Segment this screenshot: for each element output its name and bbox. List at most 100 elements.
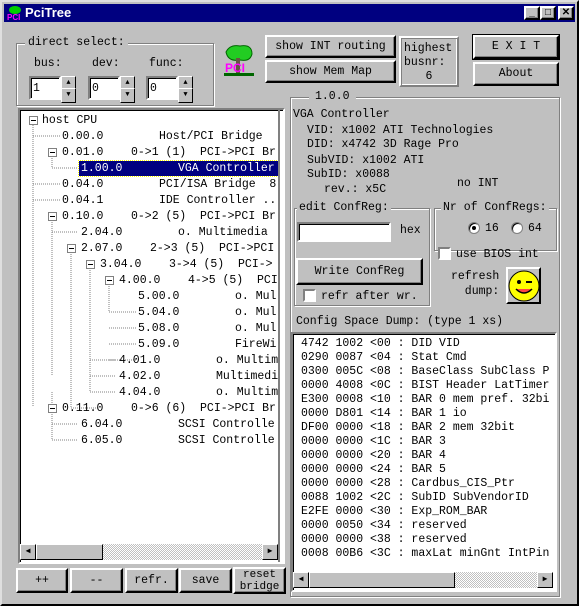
refresh-dump-button[interactable] (506, 267, 541, 304)
scroll-thumb[interactable] (36, 544, 103, 560)
tree-row[interactable]: 0.04.0 PCI/ISA Bridge 8 (62, 177, 276, 192)
bus-input[interactable]: 1 (29, 76, 61, 100)
radio-16[interactable] (468, 222, 480, 234)
about-button[interactable]: About (473, 62, 559, 86)
confreg-input[interactable] (297, 222, 391, 242)
collapse-icon[interactable] (105, 276, 114, 285)
collapse-icon[interactable] (29, 116, 38, 125)
dump-line[interactable]: 0000 0050 <34 : reserved (301, 519, 467, 533)
use-bios-int-checkbox[interactable] (438, 247, 451, 260)
tree-row[interactable]: 4.02.0 Multimedi (119, 369, 278, 384)
write-confreg-button[interactable]: Write ConfReg (296, 258, 423, 285)
refr-after-write-checkbox[interactable] (303, 289, 316, 302)
tree-row[interactable]: 4.00.0 4->5 (5) PCI (119, 273, 278, 288)
dump-line[interactable]: DF00 0000 <18 : BAR 2 mem 32bit (301, 421, 515, 435)
tree-row[interactable]: 4.04.0 o. Multim (119, 385, 278, 400)
device-subvid: SubVID: x1002 ATI (307, 154, 425, 167)
tree-row[interactable]: 2.07.0 2->3 (5) PCI->PCI (81, 241, 274, 256)
device-int: no INT (457, 177, 499, 190)
dump-line[interactable]: 0000 0000 <1C : BAR 3 (301, 435, 446, 449)
tree-row[interactable]: 0.10.0 0->2 (5) PCI->PCI Br (62, 209, 276, 224)
scroll-left-icon[interactable]: ◀ (20, 544, 36, 560)
device-vid: VID: x1002 ATI Technologies (307, 124, 494, 137)
scroll-right-icon[interactable]: ▶ (537, 572, 553, 588)
tree-row[interactable]: 6.05.0 SCSI Controlle (81, 433, 275, 448)
dump-line[interactable]: E2FE 0000 <30 : Exp_ROM_BAR (301, 505, 487, 519)
refresh-button[interactable]: refr. (125, 568, 178, 593)
tree-row[interactable]: 4.01.0 o. Multim (119, 353, 278, 368)
dev-down-button[interactable]: ▼ (120, 88, 135, 103)
collapse-icon[interactable] (48, 404, 57, 413)
smiley-icon (508, 270, 539, 301)
hex-label: hex (400, 224, 421, 237)
dump-line[interactable]: 0088 1002 <2C : SubID SubVendorID (301, 491, 529, 505)
tree-row[interactable]: 5.08.0 o. Mul (138, 321, 276, 336)
show-mem-map-button[interactable]: show Mem Map (265, 60, 396, 83)
device-name: VGA Controller (293, 108, 390, 121)
collapse-icon[interactable] (86, 260, 95, 269)
expand-all-button[interactable]: ++ (16, 568, 68, 593)
tree-row[interactable]: 2.04.0 o. Multimedia (81, 225, 268, 240)
dump-line[interactable]: 0000 D801 <14 : BAR 1 io (301, 407, 467, 421)
tree-row[interactable]: 0.00.0 Host/PCI Bridge (62, 129, 263, 144)
highest-busnr-panel: highest busnr: 6 (399, 36, 459, 87)
close-button[interactable]: ✕ (558, 6, 574, 20)
collapse-icon[interactable] (48, 212, 57, 221)
pci-tree-view[interactable]: host CPU 0.00.0 Host/PCI Bridge 0.01.0 0->… (18, 108, 285, 564)
tree-horizontal-scrollbar[interactable]: ◀ ▶ (20, 544, 278, 560)
bus-down-button[interactable]: ▼ (61, 88, 76, 103)
bus-label: bus: (34, 57, 62, 70)
tree-divider (278, 110, 280, 562)
dump-line[interactable]: 0000 0000 <38 : reserved (301, 533, 467, 547)
tree-row[interactable]: 0.01.0 0->1 (1) PCI->PCI Br (62, 145, 276, 160)
collapse-all-button[interactable]: -- (70, 568, 123, 593)
dump-line[interactable]: 4742 1002 <00 : DID VID (301, 337, 460, 351)
tree-root[interactable]: host CPU (42, 113, 97, 128)
device-did: DID: x4742 3D Rage Pro (307, 138, 459, 151)
app-icon: PCI (6, 5, 22, 22)
highest-busnr-label: highest busnr: (404, 42, 453, 69)
tree-row-selected[interactable]: 1.00.0 VGA Controller (78, 160, 279, 177)
tree-row[interactable]: 5.00.0 o. Mul (138, 289, 276, 304)
dump-line[interactable]: 0000 0000 <28 : Cardbus_CIS_Ptr (301, 477, 515, 491)
tree-row[interactable]: 6.04.0 SCSI Controlle (81, 417, 275, 432)
func-input[interactable]: 0 (146, 76, 178, 100)
device-subid: SubID: x0088 (307, 168, 390, 181)
config-dump-list[interactable]: 4742 1002 <00 : DID VID 0290 0087 <04 : … (291, 332, 557, 592)
radio-64[interactable] (511, 222, 523, 234)
dump-line[interactable]: 0300 005C <08 : BaseClass SubClass P (301, 365, 549, 379)
window-title: PciTree (25, 5, 72, 20)
tree-row[interactable]: 0.04.1 IDE Controller .. (62, 193, 276, 208)
dump-line[interactable]: 0000 0000 <24 : BAR 5 (301, 463, 446, 477)
dump-horizontal-scrollbar[interactable]: ◀ ▶ (293, 572, 553, 588)
collapse-icon[interactable] (67, 244, 76, 253)
dump-line[interactable]: 0290 0087 <04 : Stat Cmd (301, 351, 467, 365)
tree-row[interactable]: 5.04.0 o. Mul (138, 305, 276, 320)
dev-input[interactable]: 0 (88, 76, 120, 100)
refresh-dump-label: refresh dump: (451, 270, 500, 298)
maximize-button[interactable]: □ (540, 6, 556, 20)
dump-line[interactable]: 0000 4008 <0C : BIST Header LatTimer (301, 379, 549, 393)
highest-busnr-value: 6 (425, 70, 433, 83)
save-button[interactable]: save (179, 568, 232, 593)
show-int-routing-button[interactable]: show INT routing (265, 35, 396, 58)
scroll-left-icon[interactable]: ◀ (293, 572, 309, 588)
dump-line[interactable]: E300 0008 <10 : BAR 0 mem pref. 32bi (301, 393, 549, 407)
use-bios-int-label: use BIOS int (456, 248, 539, 261)
device-group-label: 1.0.0 (309, 90, 356, 103)
reset-bridge-button[interactable]: reset bridge (233, 567, 286, 594)
title-bar: PCI PciTree _ □ ✕ (4, 4, 575, 22)
tree-row[interactable]: 3.04.0 3->4 (5) PCI-> (100, 257, 273, 272)
exit-button[interactable]: E X I T (472, 34, 560, 60)
func-down-button[interactable]: ▼ (178, 88, 193, 103)
collapse-icon[interactable] (48, 148, 57, 157)
tree-row[interactable]: 5.09.0 FireWi (138, 337, 276, 352)
svg-text:PCI: PCI (7, 13, 20, 21)
dump-line[interactable]: 0000 0000 <20 : BAR 4 (301, 449, 446, 463)
minimize-button[interactable]: _ (524, 6, 540, 20)
scroll-right-icon[interactable]: ▶ (262, 544, 278, 560)
dump-line[interactable]: 0008 00B6 <3C : maxLat minGnt IntPin (301, 547, 549, 561)
tree-row[interactable]: 0.11.0 0->6 (6) PCI->PCI Br (62, 401, 276, 416)
scroll-thumb[interactable] (309, 572, 455, 588)
direct-select-label: direct select: (25, 36, 128, 49)
